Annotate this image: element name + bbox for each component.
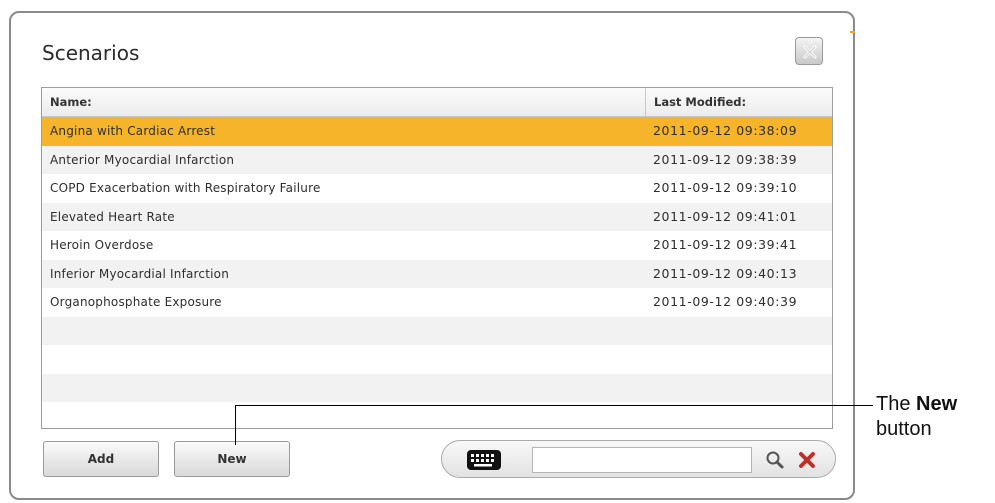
accent-mark bbox=[850, 31, 855, 33]
column-header-last-modified[interactable]: Last Modified: bbox=[645, 88, 832, 116]
scenario-name: Inferior Myocardial Infarction bbox=[50, 266, 230, 281]
scenario-last-modified: 2011-09-12 09:40:13 bbox=[653, 265, 798, 281]
scenarios-dialog: Scenarios Name: Last Modified: Angina wi… bbox=[9, 11, 855, 500]
callout-line-vertical bbox=[235, 405, 236, 445]
table-row[interactable]: Organophosphate Exposure 2011-09-12 09:4… bbox=[42, 288, 832, 317]
table-row[interactable]: COPD Exacerbation with Respiratory Failu… bbox=[42, 174, 832, 203]
table-row[interactable]: Heroin Overdose 2011-09-12 09:39:41 bbox=[42, 231, 832, 260]
scenario-last-modified: 2011-09-12 09:41:01 bbox=[653, 208, 798, 224]
callout-suffix: button bbox=[876, 418, 932, 440]
callout-line-horizontal bbox=[235, 405, 873, 406]
scenario-name: Organophosphate Exposure bbox=[50, 295, 222, 309]
table-row[interactable]: Inferior Myocardial Infarction 2011-09-1… bbox=[42, 259, 832, 288]
table-body: Angina with Cardiac Arrest 2011-09-12 09… bbox=[42, 117, 832, 428]
scenario-last-modified: 2011-09-12 09:39:10 bbox=[653, 180, 798, 195]
empty-row bbox=[42, 345, 832, 374]
scenario-name: Angina with Cardiac Arrest bbox=[50, 124, 216, 138]
scenario-last-modified: 2011-09-12 09:40:39 bbox=[653, 294, 798, 309]
callout-bold: New bbox=[916, 393, 958, 415]
column-header-name[interactable]: Name: bbox=[42, 88, 645, 116]
keyboard-icon[interactable] bbox=[466, 449, 502, 471]
search-input[interactable] bbox=[532, 447, 752, 473]
callout-annotation: The New button bbox=[876, 392, 957, 442]
add-button[interactable]: Add bbox=[43, 441, 159, 477]
scenario-last-modified: 2011-09-12 09:38:09 bbox=[653, 123, 798, 138]
empty-row bbox=[42, 316, 832, 345]
scenario-name: Elevated Heart Rate bbox=[50, 209, 175, 224]
table-header: Name: Last Modified: bbox=[42, 88, 832, 117]
clear-icon[interactable] bbox=[798, 451, 816, 469]
scenarios-table: Name: Last Modified: Angina with Cardiac… bbox=[41, 87, 833, 429]
scenario-name: COPD Exacerbation with Respiratory Failu… bbox=[50, 181, 321, 195]
dialog-title: Scenarios bbox=[42, 41, 140, 65]
close-button[interactable] bbox=[795, 37, 823, 65]
search-icon[interactable] bbox=[765, 450, 785, 470]
table-row[interactable]: Anterior Myocardial Infarction 2011-09-1… bbox=[42, 145, 832, 174]
scenario-name: Heroin Overdose bbox=[50, 238, 154, 252]
table-row[interactable]: Angina with Cardiac Arrest 2011-09-12 09… bbox=[42, 117, 832, 146]
new-button[interactable]: New bbox=[174, 441, 290, 477]
close-icon bbox=[803, 45, 817, 59]
empty-row bbox=[42, 373, 832, 402]
search-bar bbox=[441, 440, 836, 478]
table-row[interactable]: Elevated Heart Rate 2011-09-12 09:41:01 bbox=[42, 202, 832, 231]
empty-row bbox=[42, 402, 832, 428]
scenario-last-modified: 2011-09-12 09:39:41 bbox=[653, 237, 798, 252]
scenario-last-modified: 2011-09-12 09:38:39 bbox=[653, 151, 798, 167]
scenario-name: Anterior Myocardial Infarction bbox=[50, 152, 235, 167]
callout-prefix: The bbox=[876, 393, 911, 415]
